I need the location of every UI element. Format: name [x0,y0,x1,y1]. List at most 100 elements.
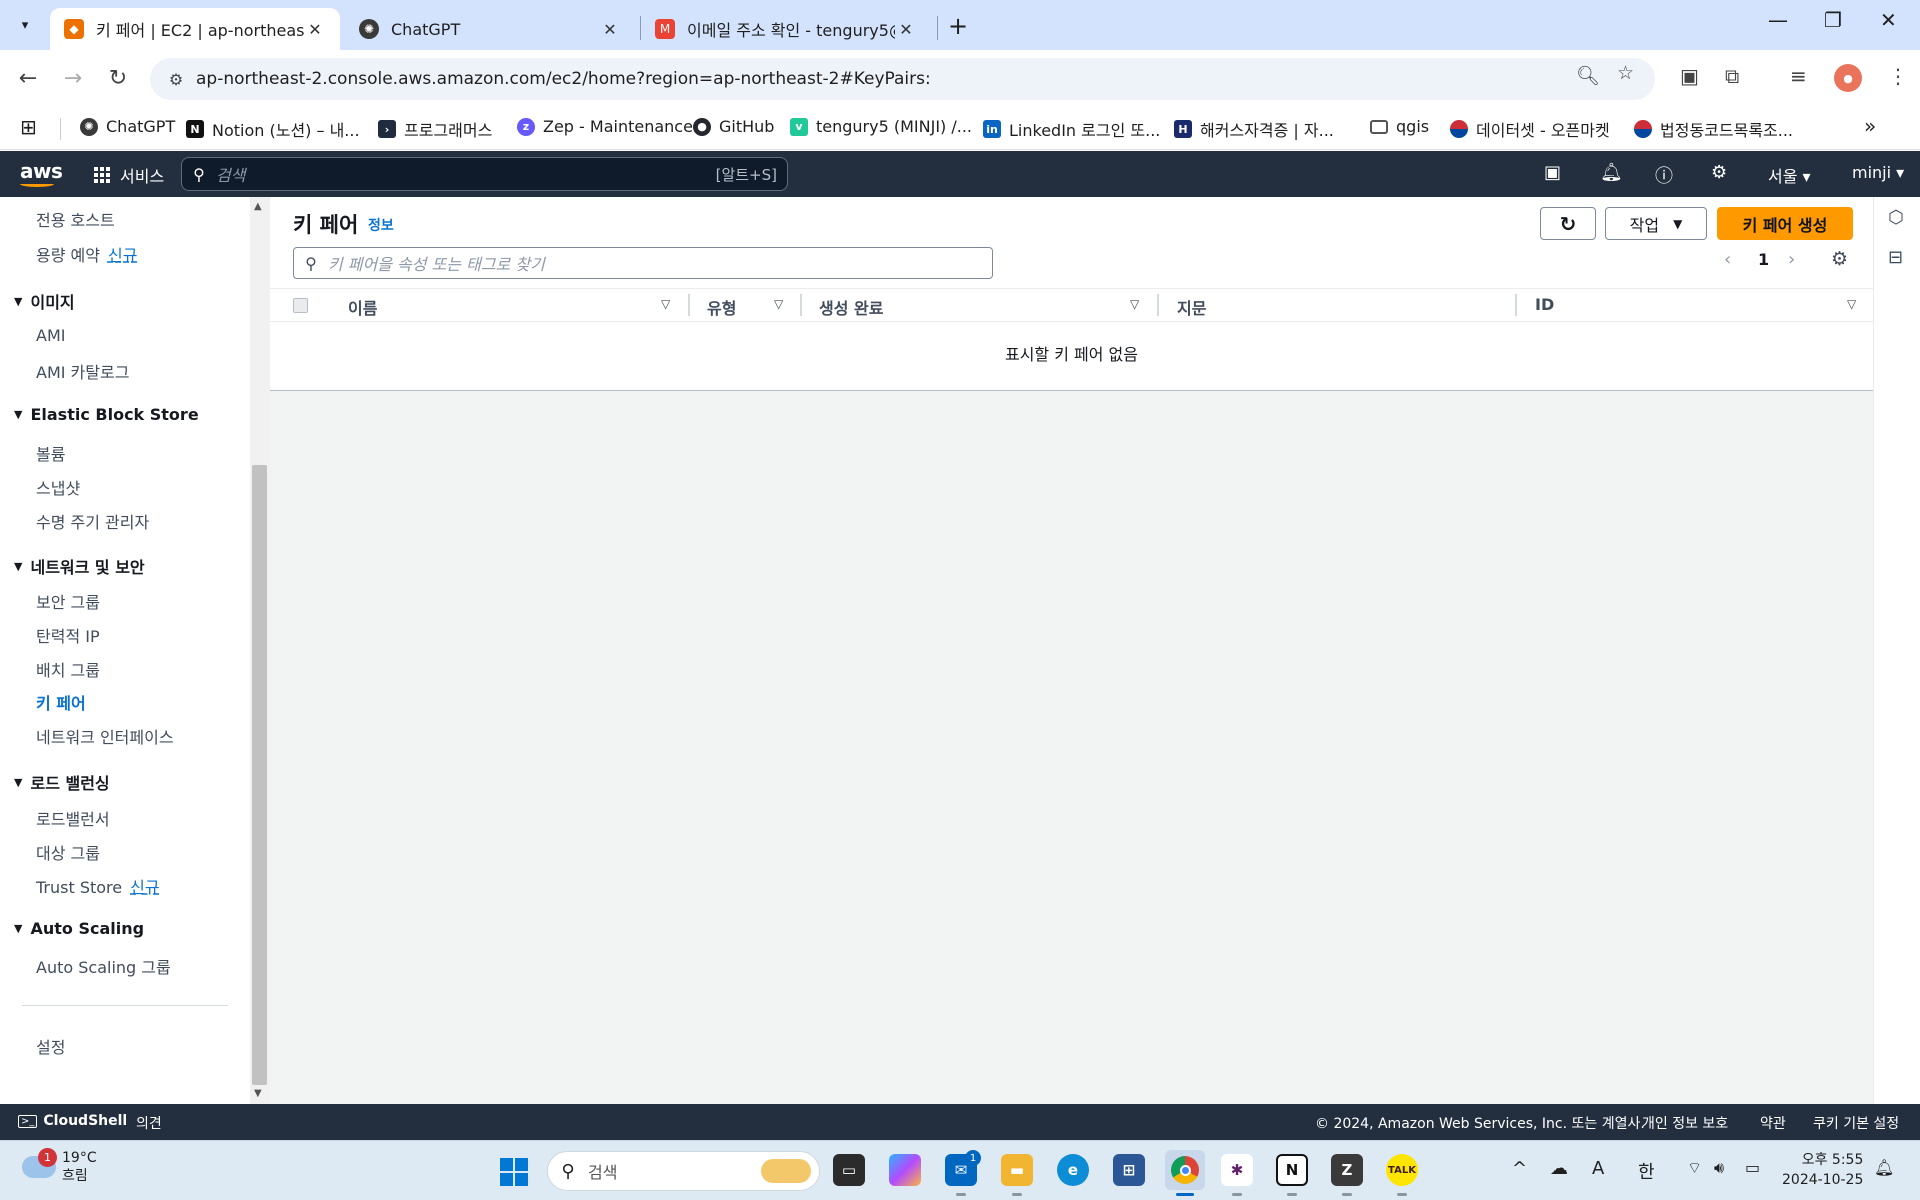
tab-search-icon[interactable]: ▾ [8,9,42,41]
key-pair-filter-input[interactable]: ⚲ 키 페어을 속성 또는 태그로 찾기 [293,247,993,279]
bookmark-chatgpt[interactable]: ✺ ChatGPT [80,117,175,136]
wifi-icon[interactable]: ⌔ [1687,1158,1702,1178]
notion-icon[interactable]: N [1276,1154,1308,1186]
sidebar-item-settings[interactable]: 설정 [36,1034,65,1058]
onedrive-icon[interactable]: ☁ [1550,1158,1568,1179]
media-control-icon[interactable]: ≡ [1790,64,1807,88]
aws-logo[interactable]: aws [20,159,63,187]
sort-caret-icon[interactable]: ▽ [661,297,670,311]
sidebar-section-ebs[interactable]: ▼ Elastic Block Store [14,405,199,424]
zep-app-icon[interactable]: Z [1331,1154,1363,1186]
bookmark-dataset[interactable]: 데이터셋 - 오픈마켓 [1450,117,1610,141]
sidebar-section-load-balancing[interactable]: ▼ 로드 밸런싱 [14,770,110,794]
battery-icon[interactable]: ▭ [1745,1158,1760,1177]
minimize-icon[interactable]: — [1768,8,1788,32]
column-resizer[interactable] [688,294,690,316]
edge-icon[interactable]: e [1057,1154,1089,1186]
cookie-preferences-link[interactable]: 쿠키 기본 설정 [1813,1113,1899,1133]
new-tab-icon[interactable]: + [948,12,968,40]
column-header-fingerprint[interactable]: 지문 [1177,295,1206,319]
column-resizer[interactable] [800,294,802,316]
task-view-icon[interactable]: ▭ [833,1154,865,1186]
ime-korean-indicator[interactable]: 한 [1638,1158,1655,1184]
more-bookmarks-icon[interactable]: » [1864,114,1876,138]
terms-link[interactable]: 약관 [1760,1113,1786,1133]
help-icon[interactable]: ⓘ [1655,162,1673,188]
privacy-link[interactable]: 개인 정보 보호 [1642,1113,1728,1133]
extensions-icon[interactable]: ⧉ [1725,64,1739,88]
refresh-button[interactable]: ↻ [1540,207,1596,240]
aws-search-input[interactable]: ⚲ 검색 [알트+S] [181,157,788,191]
column-resizer[interactable] [1515,294,1517,316]
sidebar-item-lifecycle-manager[interactable]: 수명 주기 관리자 [36,509,149,533]
sort-caret-icon[interactable]: ▽ [1847,297,1856,311]
bookmark-legal-code[interactable]: 법정동코드목록조... [1634,117,1793,141]
system-clock[interactable]: 오후 5:55 2024-10-25 [1782,1150,1863,1190]
sidebar-section-images[interactable]: ▼ 이미지 [14,289,75,313]
close-tab-icon[interactable]: ✕ [895,20,917,39]
show-hidden-icons-icon[interactable]: ^ [1512,1158,1527,1179]
table-preferences-gear-icon[interactable]: ⚙ [1831,248,1848,270]
sidebar-item-volumes[interactable]: 볼륨 [36,441,65,465]
weather-widget[interactable]: 1 19°C 흐림 [22,1148,97,1185]
sidebar-item-ami[interactable]: AMI [36,326,65,345]
sidebar-item-placement-groups[interactable]: 배치 그룹 [36,657,100,681]
sidebar-item-auto-scaling-groups[interactable]: Auto Scaling 그룹 [36,954,171,978]
apps-grid-icon[interactable]: ⊞ [20,115,37,139]
sidebar-item-snapshots[interactable]: 스냅샷 [36,475,80,499]
reading-list-icon[interactable]: ▣ [1680,64,1699,88]
browser-menu-icon[interactable]: ⋮ [1888,64,1908,88]
volume-icon[interactable]: 🔊︎ [1714,1158,1724,1178]
tab-gmail[interactable]: M 이메일 주소 확인 - tengury5@ ✕ [641,8,931,50]
current-page[interactable]: 1 [1758,250,1769,269]
column-header-id[interactable]: ID [1535,295,1554,314]
sidebar-item-capacity-reservations[interactable]: 용량 예약 신규 [36,242,137,266]
bookmark-github[interactable]: ● GitHub [693,117,774,136]
bookmark-folder-qgis[interactable]: qgis [1370,117,1429,136]
cloudshell-link[interactable]: >_ CloudShell [18,1113,127,1129]
create-key-pair-button[interactable]: 키 페어 생성 [1717,207,1853,240]
sidebar-item-key-pairs[interactable]: 키 페어 [36,690,86,714]
column-header-type[interactable]: 유형 [707,295,736,319]
info-link[interactable]: 정보 [368,215,394,235]
profile-avatar[interactable]: ● [1834,64,1862,92]
column-resizer[interactable] [1157,294,1159,316]
info-panel-icon[interactable]: ⬡ [1888,207,1904,228]
bookmark-linkedin[interactable]: in LinkedIn 로그인 또... [983,117,1160,141]
address-bar[interactable]: ⚙ ap-northeast-2.console.aws.amazon.com/… [150,58,1655,100]
bookmark-zep[interactable]: z Zep - Maintenance [517,117,693,136]
sidebar-item-security-groups[interactable]: 보안 그룹 [36,589,100,613]
bookmark-programmers[interactable]: › 프로그래머스 [378,117,492,141]
settings-gear-icon[interactable]: ⚙ [1711,162,1727,183]
next-page-icon[interactable]: › [1788,249,1795,270]
chrome-icon[interactable] [1165,1150,1205,1190]
url-text[interactable]: ap-northeast-2.console.aws.amazon.com/ec… [196,69,931,89]
tab-ec2-key-pairs[interactable]: ◆ 키 페어 | EC2 | ap-northeast-2 ✕ [50,8,340,50]
site-info-icon[interactable]: ⚙ [156,70,196,89]
restore-icon[interactable]: ❐ [1824,8,1842,32]
taskbar-search[interactable]: ⚲ 검색 [547,1151,820,1191]
copilot-icon[interactable] [889,1154,921,1186]
zoom-icon[interactable]: 🔍︎ [1576,64,1600,87]
tab-chatgpt[interactable]: ✺ ChatGPT ✕ [345,8,635,50]
column-header-name[interactable]: 이름 [348,295,377,319]
microsoft-store-icon[interactable]: ⊞ [1113,1154,1145,1186]
sidebar-section-auto-scaling[interactable]: ▼ Auto Scaling [14,919,144,938]
forward-icon[interactable]: → [55,60,91,96]
region-selector[interactable]: 서울 ▾ [1768,163,1811,187]
sidebar-item-dedicated-hosts[interactable]: 전용 호스트 [36,207,115,231]
bookmark-notion[interactable]: N Notion (노션) – 내... [186,117,360,141]
sidebar-item-network-interfaces[interactable]: 네트워크 인터페이스 [36,724,174,748]
services-menu[interactable]: 서비스 [94,163,164,187]
windows-start-icon[interactable] [500,1158,528,1186]
sidebar-item-target-groups[interactable]: 대상 그룹 [36,840,100,864]
notifications-bell-icon[interactable]: 🔔︎ [1600,162,1623,183]
sort-caret-icon[interactable]: ▽ [1130,297,1139,311]
sidebar-item-elastic-ips[interactable]: 탄력적 IP [36,623,100,647]
close-window-icon[interactable]: ✕ [1880,8,1897,32]
sidebar-item-ami-catalog[interactable]: AMI 카탈로그 [36,359,129,383]
cloudshell-icon[interactable]: ▣ [1544,162,1561,183]
sidebar-section-network-security[interactable]: ▼ 네트워크 및 보안 [14,554,145,578]
sidebar-item-load-balancers[interactable]: 로드밸런서 [36,806,110,830]
column-header-created[interactable]: 생성 완료 [819,295,883,319]
